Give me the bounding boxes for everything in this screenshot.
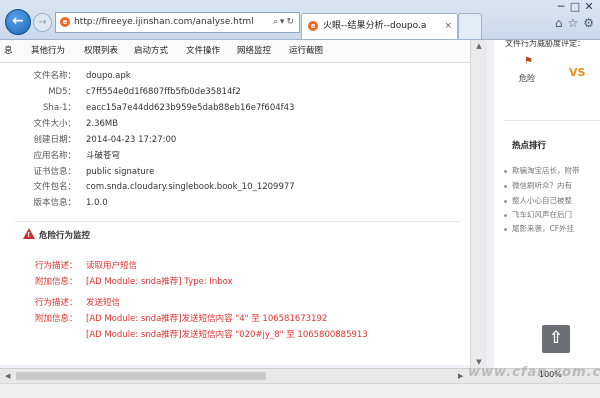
horizontal-scroll-thumb[interactable] [16, 372, 266, 380]
analysis-tab-nav: 息 其他行为 权限列表 启动方式 文件操作 网络监控 运行截图 [0, 40, 470, 63]
toolbar-icons: ⌂ ☆ ⚙ [550, 16, 594, 30]
main-vertical-scrollbar[interactable]: ▲ ▼ [470, 40, 487, 369]
vs-label: VS [569, 66, 586, 79]
settings-gear-icon[interactable]: ⚙ [583, 16, 594, 30]
info-value: 1.0.0 [86, 198, 108, 208]
info-value: com.snda.cloudary.singlebook.book_10_120… [86, 182, 295, 192]
danger-label: 附加信息： [35, 277, 78, 287]
tab-favicon-icon: e [308, 21, 318, 31]
info-label: 文件包名： [33, 182, 76, 192]
danger-value: [AD Module: snda推荐]发送短信内容 "4" 至 10658167… [86, 314, 328, 324]
tab-startup[interactable]: 启动方式 [134, 40, 168, 62]
danger-label: 危险 [519, 74, 535, 83]
bullet-icon [504, 213, 507, 217]
site-watermark: www.cfan.com.cn [468, 365, 600, 380]
favorites-star-icon[interactable]: ☆ [567, 16, 578, 30]
hot-item-link[interactable]: 微信刷听众？内有 [512, 181, 572, 190]
danger-label: 行为描述： [35, 298, 78, 308]
info-value: 斗破苍穹 [86, 151, 121, 161]
tab-permissions[interactable]: 权限列表 [84, 40, 118, 62]
maximize-button[interactable]: □ [568, 0, 582, 13]
page-viewport: 息 其他行为 权限列表 启动方式 文件操作 网络监控 运行截图 文件名称： do… [0, 40, 600, 369]
refresh-icon[interactable]: ↻ [286, 17, 296, 27]
info-label: 证书信息： [33, 167, 76, 177]
bullet-icon [504, 184, 507, 188]
bullet-icon [504, 199, 507, 203]
hot-list-item[interactable]: 尾影来袭，CF外挂 [504, 223, 574, 235]
scroll-left-arrow-icon[interactable]: ◀ [5, 369, 10, 383]
forward-button[interactable]: → [33, 13, 52, 32]
danger-label: 行为描述： [35, 261, 78, 271]
tab-close-icon[interactable]: × [444, 14, 452, 38]
hot-item-link[interactable]: 欺骗淘宝店长，附带 [512, 166, 580, 175]
minimize-button[interactable]: ─ [554, 0, 568, 13]
info-value: c7ff554e0d1f6807ffb5fb0de35814f2 [86, 87, 241, 97]
sidebar-divider [504, 120, 600, 121]
hot-item-link[interactable]: 整人小心自己被整 [512, 196, 572, 205]
danger-section-title: 危险行为监控 [39, 231, 91, 241]
window-controls: ─ □ ✕ [554, 0, 596, 13]
info-label: Sha-1： [43, 103, 76, 113]
close-window-button[interactable]: ✕ [582, 0, 596, 13]
tab-file-ops[interactable]: 文件操作 [186, 40, 220, 62]
tab-other-behavior[interactable]: 其他行为 [31, 40, 65, 62]
back-button[interactable]: ← [5, 9, 31, 35]
info-label: 版本信息： [33, 198, 76, 208]
site-favicon-icon: e [60, 17, 70, 27]
info-label: MD5： [48, 87, 76, 97]
danger-badge-icon: ⚑ [524, 56, 533, 67]
hot-ranking-heading: 热点排行 [512, 141, 547, 151]
address-bar-actions[interactable]: ⌕▾↻ [273, 13, 296, 32]
danger-value: [AD Module: snda推荐] Type: Inbox [86, 277, 233, 287]
hot-list-item[interactable]: 整人小心自己被整 [504, 195, 572, 207]
right-sidebar: 文件行为威胁度评定： ⚑ 危险 VS 热点排行 欺骗淘宝店长，附带 微信刷听众？… [494, 40, 600, 369]
hot-item-link[interactable]: 飞车幻风声在后门 [512, 210, 572, 219]
browser-titlebar: ← → e http://fireeye.ijinshan.com/analys… [0, 0, 600, 40]
tab-network[interactable]: 网络监控 [237, 40, 271, 62]
info-label: 应用名称： [33, 151, 76, 161]
hot-list-item[interactable]: 欺骗淘宝店长，附带 [504, 165, 580, 177]
info-value: public signature [86, 167, 155, 177]
browser-tab-active[interactable]: e 火眼--结果分析--doupo.a × [301, 13, 458, 39]
home-icon[interactable]: ⌂ [555, 16, 563, 30]
info-label: 文件名称： [33, 71, 76, 81]
danger-label: 附加信息： [35, 314, 78, 324]
analysis-main-panel: 息 其他行为 权限列表 启动方式 文件操作 网络监控 运行截图 文件名称： do… [0, 40, 470, 365]
threat-rating-title: 文件行为威胁度评定： [505, 40, 585, 48]
section-divider [15, 221, 460, 222]
danger-value: 读取用户短信 [86, 261, 138, 271]
danger-value: [AD Module: snda推荐]发送短信内容 "020#jy_8" 至 1… [86, 330, 368, 340]
bullet-icon [504, 169, 507, 173]
info-value: 2014-04-23 17:27:00 [86, 135, 177, 145]
info-label: 文件大小： [33, 119, 76, 129]
scroll-right-arrow-icon[interactable]: ▶ [458, 369, 463, 383]
tab-basic-info[interactable]: 息 [4, 40, 13, 62]
scroll-up-arrow-icon[interactable]: ▲ [471, 40, 487, 53]
url-text[interactable]: http://fireeye.ijinshan.com/analyse.html… [74, 13, 254, 32]
tab-title: 火眼--结果分析--doupo.a [323, 21, 427, 31]
warning-exclamation-icon: ! [27, 231, 31, 239]
info-label: 创建日期： [33, 135, 76, 145]
bullet-icon [504, 227, 507, 231]
search-icon[interactable]: ⌕ [273, 17, 280, 27]
danger-value: 发送短信 [86, 298, 121, 308]
info-value: eacc15a7e44dd623b959e5dab88eb16e7f604f43 [86, 103, 295, 113]
browser-statusbar: 100% [0, 370, 600, 398]
hot-item-link[interactable]: 尾影来袭，CF外挂 [512, 224, 574, 233]
address-bar[interactable]: e http://fireeye.ijinshan.com/analyse.ht… [55, 12, 300, 33]
new-tab-button[interactable] [458, 13, 482, 39]
info-value: doupo.apk [86, 71, 131, 81]
hot-list-item[interactable]: 飞车幻风声在后门 [504, 209, 572, 221]
tab-screenshots[interactable]: 运行截图 [289, 40, 323, 62]
back-to-top-button[interactable]: ⇧ [542, 325, 570, 353]
info-value: 2.36MB [86, 119, 119, 129]
hot-list-item[interactable]: 微信刷听众？内有 [504, 180, 572, 192]
